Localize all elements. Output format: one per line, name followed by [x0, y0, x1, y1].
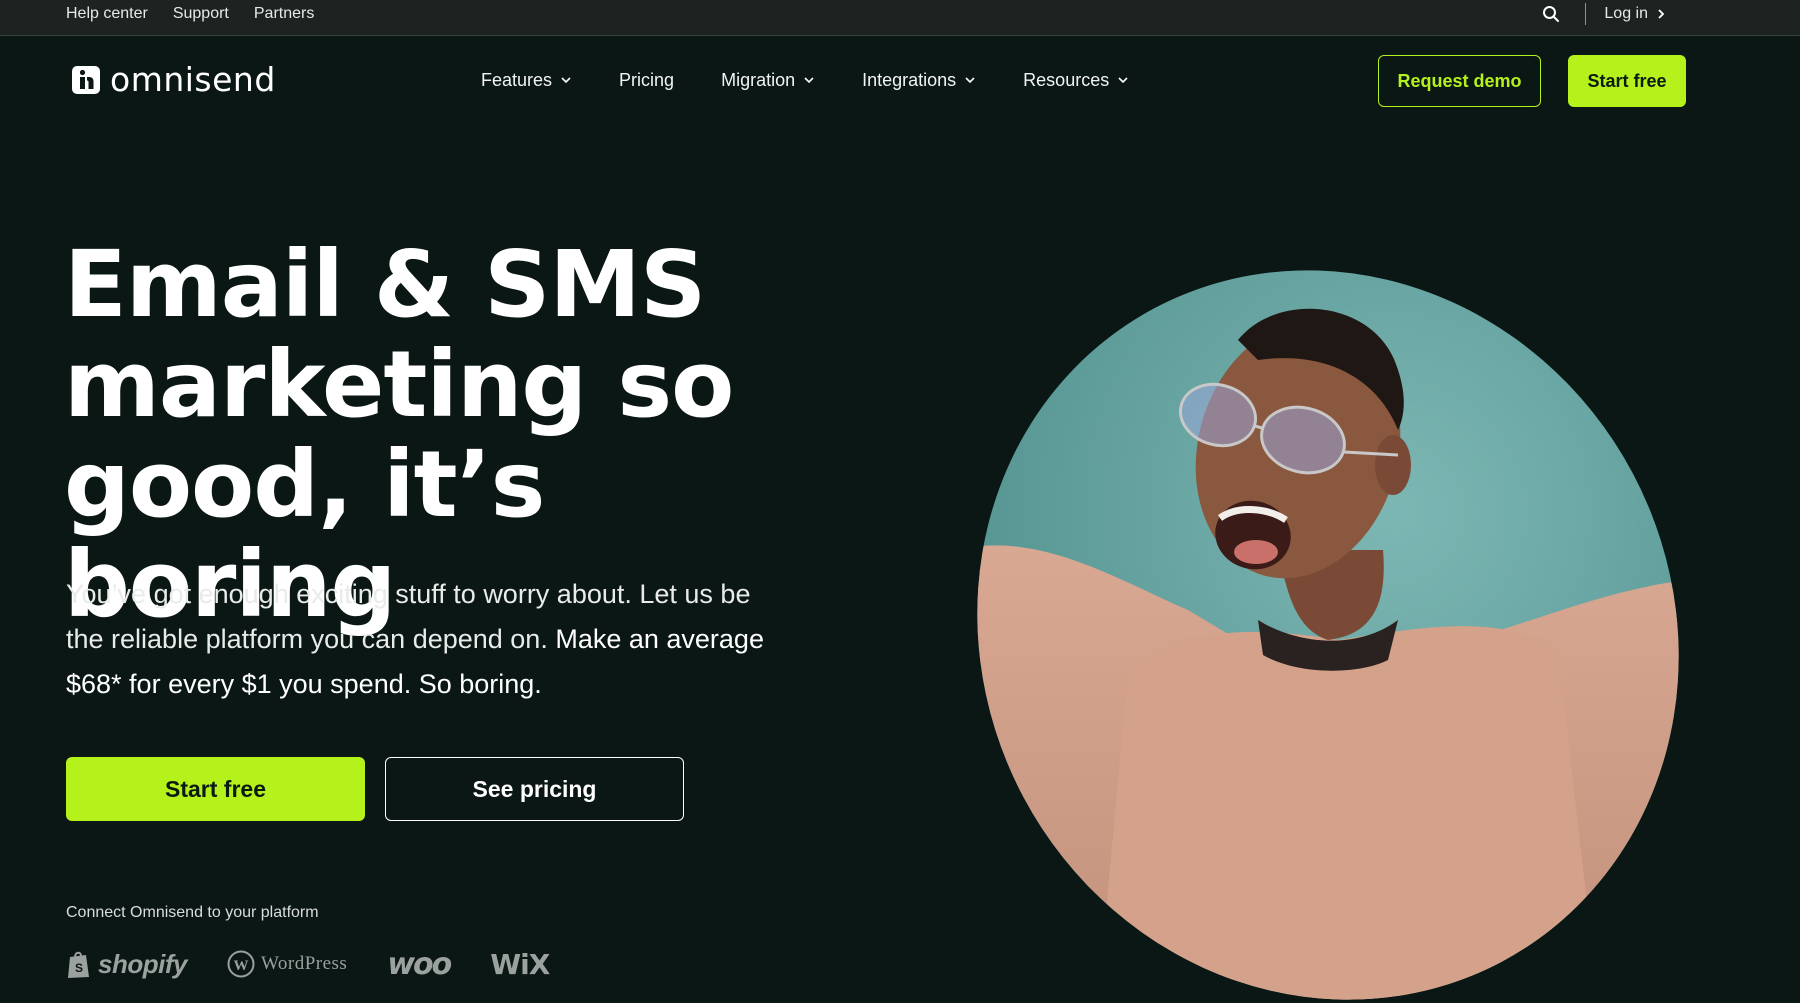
- hero-title-line: Email & SMS: [64, 231, 706, 338]
- logo-text: omnisend: [110, 60, 276, 99]
- hero-title-line: marketing so: [64, 331, 734, 438]
- login-link[interactable]: Log in: [1604, 5, 1666, 23]
- hero-person-image: [958, 250, 1688, 1000]
- utility-divider: [1585, 3, 1587, 25]
- chevron-down-icon: [965, 77, 975, 84]
- wix-name: WiX: [490, 947, 550, 981]
- utility-right: Log in: [1541, 0, 1666, 28]
- wordpress-icon: W: [227, 950, 255, 978]
- nav-pricing-label: Pricing: [619, 69, 675, 90]
- svg-text:S: S: [75, 961, 83, 975]
- shopify-bag-icon: S: [68, 951, 89, 978]
- chevron-down-icon: [804, 77, 814, 84]
- chevron-right-icon: [1658, 9, 1665, 19]
- start-free-nav-button[interactable]: Start free: [1568, 55, 1686, 107]
- omnisend-logo[interactable]: omnisend: [72, 60, 276, 99]
- nav-features[interactable]: Features: [481, 70, 572, 91]
- utility-bar: Help center Support Partners Log in: [0, 0, 1800, 36]
- woo-name: woo: [387, 946, 452, 982]
- request-demo-button[interactable]: Request demo: [1378, 55, 1541, 107]
- chevron-down-icon: [561, 77, 571, 84]
- woo-logo[interactable]: woo: [387, 946, 452, 982]
- see-pricing-button[interactable]: See pricing: [385, 757, 684, 821]
- hero-subtitle: You’ve got enough exciting stuff to worr…: [66, 572, 786, 707]
- nav-integrations[interactable]: Integrations: [862, 70, 976, 91]
- start-free-button[interactable]: Start free: [66, 757, 365, 821]
- nav-resources-label: Resources: [1023, 69, 1110, 90]
- help-center-link[interactable]: Help center: [66, 5, 148, 23]
- omnisend-logo-icon: [72, 65, 100, 94]
- nav-integrations-label: Integrations: [862, 69, 957, 90]
- shopify-name: shopify: [98, 948, 187, 979]
- platform-logos: S shopify W WordPress woo WiX: [66, 944, 550, 984]
- login-label: Log in: [1604, 5, 1648, 22]
- nav-pricing[interactable]: Pricing: [619, 70, 674, 91]
- nav-features-label: Features: [481, 69, 553, 90]
- nav-resources[interactable]: Resources: [1023, 70, 1129, 91]
- nav-migration-label: Migration: [721, 69, 796, 90]
- svg-text:W: W: [233, 958, 248, 974]
- wordpress-logo[interactable]: W WordPress: [227, 950, 347, 978]
- main-nav: Features Pricing Migration Integrations …: [481, 62, 1129, 98]
- chevron-down-icon: [1118, 77, 1128, 84]
- partners-link[interactable]: Partners: [254, 5, 314, 23]
- nav-migration[interactable]: Migration: [721, 70, 815, 91]
- shopify-logo[interactable]: S shopify: [66, 949, 187, 980]
- support-link[interactable]: Support: [173, 5, 229, 23]
- utility-links: Help center Support Partners: [66, 0, 314, 28]
- wix-logo[interactable]: WiX: [490, 947, 550, 981]
- wordpress-name: WordPress: [260, 953, 348, 974]
- connect-platform-label: Connect Omnisend to your platform: [66, 904, 319, 921]
- search-icon[interactable]: [1541, 4, 1561, 24]
